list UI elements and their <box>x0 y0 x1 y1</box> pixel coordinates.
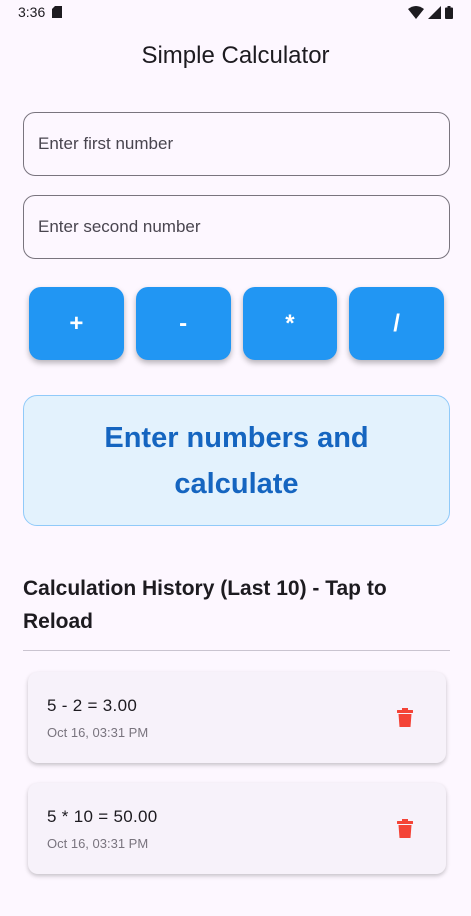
sd-card-icon <box>52 6 63 18</box>
status-left: 3:36 <box>18 4 63 20</box>
trash-icon <box>397 707 413 727</box>
result-text: Enter numbers and calculate <box>104 421 369 500</box>
second-number-input[interactable] <box>23 195 450 259</box>
history-item[interactable]: 5 - 2 = 3.00 Oct 16, 03:31 PM <box>28 672 446 763</box>
delete-button[interactable] <box>395 705 415 729</box>
battery-icon <box>445 5 453 19</box>
app-title: Simple Calculator <box>141 42 330 69</box>
history-timestamp: Oct 16, 03:31 PM <box>47 725 149 740</box>
add-button[interactable]: + <box>29 287 124 360</box>
status-time: 3:36 <box>18 4 46 20</box>
status-right <box>408 5 453 19</box>
history-expression: 5 * 10 = 50.00 <box>47 807 158 826</box>
trash-icon <box>397 818 413 838</box>
divider <box>23 650 450 651</box>
operation-buttons: + - * / <box>29 287 444 360</box>
history-item[interactable]: 5 * 10 = 50.00 Oct 16, 03:31 PM <box>28 783 446 874</box>
status-bar: 3:36 <box>0 0 471 24</box>
signal-icon <box>428 5 441 19</box>
first-number-input[interactable] <box>23 112 450 176</box>
multiply-button[interactable]: * <box>242 287 338 360</box>
history-list: 5 - 2 = 3.00 Oct 16, 03:31 PM 5 * 10 = 5… <box>28 672 446 894</box>
history-expression: 5 - 2 = 3.00 <box>47 696 138 715</box>
history-timestamp: Oct 16, 03:31 PM <box>47 836 149 851</box>
wifi-icon <box>408 5 424 19</box>
result-display: Enter numbers and calculate <box>23 395 450 526</box>
subtract-button[interactable]: - <box>135 287 231 360</box>
divide-button[interactable]: / <box>349 287 444 360</box>
delete-button[interactable] <box>395 816 415 840</box>
history-title[interactable]: Calculation History (Last 10) - Tap to R… <box>23 572 450 638</box>
